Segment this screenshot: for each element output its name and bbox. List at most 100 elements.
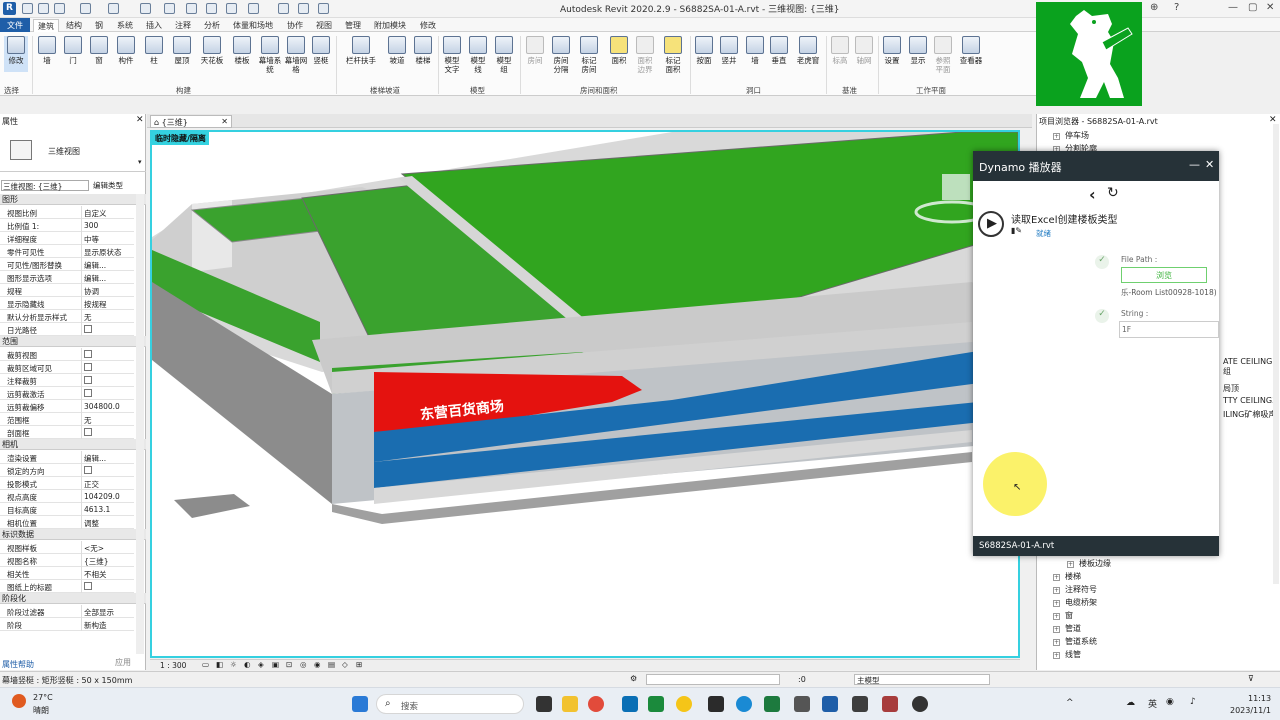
property-value[interactable]: 按规程: [81, 297, 134, 310]
dynamo-minimize-button[interactable]: —: [1189, 158, 1200, 171]
property-row[interactable]: 范围框 无: [0, 413, 134, 426]
cloud-icon[interactable]: ☁: [1126, 698, 1135, 708]
lock-view-icon[interactable]: ⊡: [286, 660, 292, 669]
property-value[interactable]: 300: [81, 219, 134, 232]
property-row[interactable]: 详细程度 中等: [0, 232, 134, 245]
help-icon[interactable]: ?: [1174, 2, 1179, 13]
expand-icon[interactable]: +: [1067, 561, 1074, 568]
task-view-icon[interactable]: [536, 696, 552, 712]
maximize-button[interactable]: ▢: [1248, 2, 1257, 13]
app-icon[interactable]: [794, 696, 810, 712]
app-icon[interactable]: [852, 696, 868, 712]
model-group-button[interactable]: 模型组: [494, 36, 514, 74]
tree-item[interactable]: ILING矿棉吸声: [1223, 409, 1276, 420]
switch-windows-icon[interactable]: [318, 3, 329, 14]
string-input[interactable]: 1F: [1119, 321, 1219, 338]
tab-manage[interactable]: 管理: [341, 19, 365, 32]
property-row[interactable]: 比例值 1: 300: [0, 219, 134, 232]
view-scale[interactable]: 1 : 300: [160, 661, 186, 670]
property-value[interactable]: [81, 323, 134, 336]
property-value[interactable]: [81, 464, 134, 477]
thin-lines-icon[interactable]: [298, 3, 309, 14]
property-value[interactable]: 调整: [81, 516, 134, 529]
property-checkbox[interactable]: [84, 363, 92, 371]
app-icon[interactable]: [648, 696, 664, 712]
property-value[interactable]: 无: [81, 413, 134, 426]
expand-icon[interactable]: +: [1053, 652, 1060, 659]
tree-item[interactable]: + 电缆桥架: [1053, 597, 1097, 608]
ref-plane-button[interactable]: 参照平面: [932, 36, 954, 74]
redo-icon[interactable]: [108, 3, 119, 14]
expand-icon[interactable]: +: [1053, 639, 1060, 646]
save-icon[interactable]: [38, 3, 49, 14]
wall-opening-button[interactable]: 墙: [746, 36, 764, 65]
property-checkbox[interactable]: [84, 325, 92, 333]
property-row[interactable]: 注释裁剪: [0, 374, 134, 387]
crop-icon[interactable]: ▣: [272, 660, 279, 669]
dormer-button[interactable]: 老虎窗: [794, 36, 822, 65]
property-value[interactable]: 正交: [81, 477, 134, 490]
file-explorer-icon[interactable]: [562, 696, 578, 712]
door-button[interactable]: 门: [62, 36, 84, 65]
property-row[interactable]: 默认分析显示样式 无: [0, 310, 134, 323]
filter-icon[interactable]: ⊽: [1248, 674, 1254, 683]
tag-area-button[interactable]: 标记面积: [662, 36, 684, 74]
property-row[interactable]: 图形显示选项 编辑...: [0, 271, 134, 284]
open-icon[interactable]: [22, 3, 33, 14]
model-line-button[interactable]: 模型线: [468, 36, 488, 74]
property-row[interactable]: 投影模式 正交: [0, 477, 134, 490]
type-selector[interactable]: 三维视图 ▾: [0, 128, 146, 172]
dynamo-close-button[interactable]: ✕: [1205, 158, 1214, 171]
property-value[interactable]: 4613.1: [81, 503, 134, 516]
curtain-system-button[interactable]: 幕墙系统: [258, 36, 282, 74]
area-boundary-button[interactable]: 面积边界: [634, 36, 656, 74]
start-icon[interactable]: [352, 696, 368, 712]
properties-help-link[interactable]: 属性帮助: [2, 659, 34, 670]
property-value[interactable]: [81, 387, 134, 400]
close-tab-icon[interactable]: ✕: [221, 117, 228, 126]
dimension-icon[interactable]: [186, 3, 197, 14]
clock-time[interactable]: 11:13: [1248, 694, 1271, 703]
viewer-button[interactable]: 查看器: [958, 36, 984, 65]
view-instance-dropdown[interactable]: 三维视图: {三维}: [1, 180, 89, 191]
weather-icon[interactable]: [12, 694, 26, 708]
clock-date[interactable]: 2023/11/1: [1230, 706, 1271, 715]
expand-icon[interactable]: +: [1053, 587, 1060, 594]
tab-systems[interactable]: 系统: [113, 19, 137, 32]
set-workplane-button[interactable]: 设置: [882, 36, 902, 65]
property-row[interactable]: 视图样板 <无>: [0, 541, 134, 554]
revit-logo-icon[interactable]: R: [3, 2, 16, 15]
tab-structure[interactable]: 结构: [62, 19, 86, 32]
apply-button[interactable]: 应用: [108, 657, 138, 668]
constraints-icon[interactable]: ⊞: [356, 660, 362, 669]
tree-item[interactable]: ATE CEILING组: [1223, 357, 1280, 377]
properties-close-button[interactable]: ✕: [136, 115, 144, 125]
cart-icon[interactable]: ⊕: [1150, 2, 1158, 13]
tab-annotate[interactable]: 注释: [171, 19, 195, 32]
property-checkbox[interactable]: [84, 389, 92, 397]
tab-addins[interactable]: 附加模块: [370, 19, 410, 32]
tag-room-button[interactable]: 标记房间: [578, 36, 600, 74]
tray-chevron-icon[interactable]: ^: [1066, 698, 1074, 708]
property-value[interactable]: [81, 361, 134, 374]
tree-item[interactable]: + 窗: [1053, 610, 1073, 621]
tree-item[interactable]: + 管道系统: [1053, 636, 1097, 647]
text-icon[interactable]: [226, 3, 237, 14]
tag-icon[interactable]: [206, 3, 217, 14]
property-row[interactable]: 相关性 不相关: [0, 567, 134, 580]
visual-style-icon[interactable]: ◧: [216, 660, 223, 669]
minimize-button[interactable]: —: [1228, 2, 1238, 13]
script-edit-icons[interactable]: ▮✎: [1011, 226, 1022, 235]
by-face-button[interactable]: 按面: [694, 36, 714, 65]
property-value[interactable]: 不相关: [81, 567, 134, 580]
property-row[interactable]: 远剪裁偏移 304800.0: [0, 400, 134, 413]
tree-item[interactable]: + 停车场: [1053, 130, 1089, 141]
property-value[interactable]: 协调: [81, 284, 134, 297]
tab-modify[interactable]: 修改: [416, 19, 440, 32]
property-row[interactable]: 阶段过滤器 全部显示: [0, 605, 134, 618]
tree-item[interactable]: + 楼板边缘: [1067, 558, 1111, 569]
property-row[interactable]: 渲染设置 编辑...: [0, 451, 134, 464]
property-row[interactable]: 远剪裁激活: [0, 387, 134, 400]
property-checkbox[interactable]: [84, 466, 92, 474]
property-value[interactable]: [81, 374, 134, 387]
